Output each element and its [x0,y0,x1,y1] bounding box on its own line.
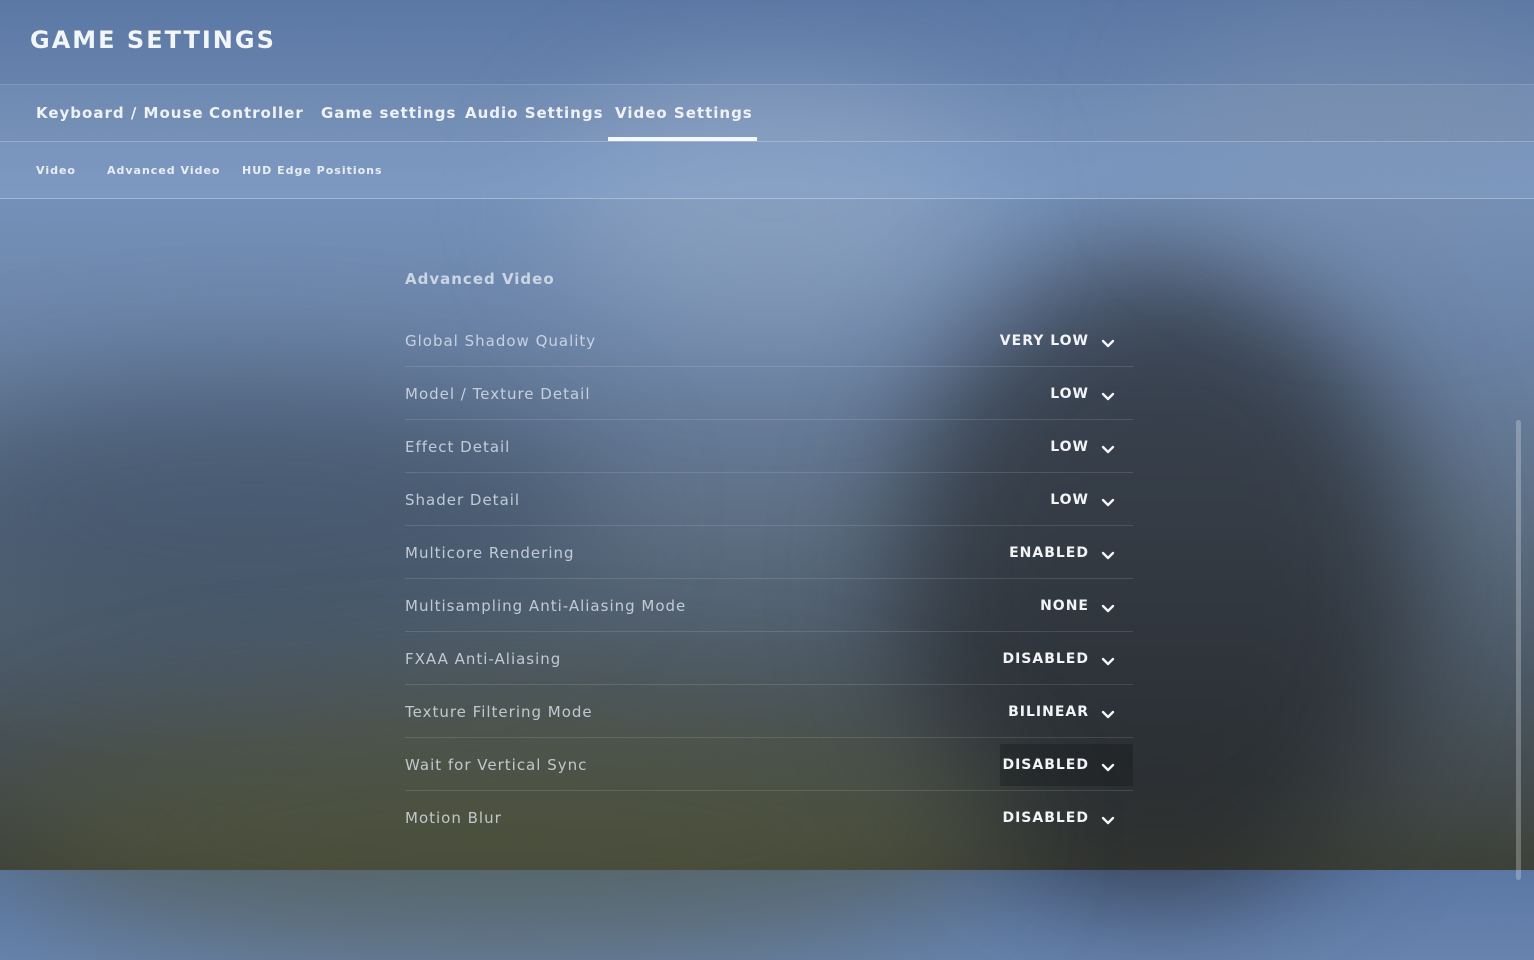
setting-dropdown[interactable]: BILINEAR [1000,691,1133,733]
setting-label: Multisampling Anti-Aliasing Mode [405,597,687,615]
subtab-video[interactable]: Video [36,142,76,198]
dropdown-value: VERY LOW [999,333,1089,349]
tab-keyboard-mouse[interactable]: Keyboard / Mouse [36,85,204,141]
dropdown-value: BILINEAR [1008,704,1089,720]
setting-label: Wait for Vertical Sync [405,756,588,774]
chevron-down-icon [1101,599,1115,613]
setting-label: Shader Detail [405,491,521,509]
chevron-down-icon [1101,811,1115,825]
setting-label: Model / Texture Detail [405,385,591,403]
setting-dropdown[interactable]: LOW [1000,479,1133,521]
tab-audio-settings[interactable]: Audio Settings [465,85,604,141]
dropdown-value: LOW [1050,386,1089,402]
subtab-hud-edge-positions[interactable]: HUD Edge Positions [242,142,383,198]
setting-row: Multicore Rendering ENABLED [405,526,1133,579]
setting-dropdown[interactable]: VERY LOW [1000,320,1133,362]
setting-row: Shader Detail LOW [405,473,1133,526]
setting-dropdown[interactable]: DISABLED [1000,797,1133,839]
main-tabs: Keyboard / Mouse Controller Game setting… [0,85,1534,142]
tab-video-settings[interactable]: Video Settings [608,85,757,141]
setting-row: Texture Filtering Mode BILINEAR [405,685,1133,738]
page-title: GAME SETTINGS [30,26,276,54]
setting-row: Multisampling Anti-Aliasing Mode NONE [405,579,1133,632]
setting-label: FXAA Anti-Aliasing [405,650,562,668]
setting-dropdown[interactable]: DISABLED [1000,638,1133,680]
dropdown-value: LOW [1050,492,1089,508]
setting-dropdown[interactable]: ENABLED [1000,532,1133,574]
section-title: Advanced Video [405,270,555,288]
setting-row: FXAA Anti-Aliasing DISABLED [405,632,1133,685]
dropdown-value: DISABLED [1002,810,1089,826]
setting-dropdown[interactable]: DISABLED [1000,744,1133,786]
chevron-down-icon [1101,493,1115,507]
dropdown-value: LOW [1050,439,1089,455]
header: GAME SETTINGS [0,0,1534,85]
setting-row: Global Shadow Quality VERY LOW [405,314,1133,367]
setting-row: Wait for Vertical Sync DISABLED [405,738,1133,791]
setting-row: Motion Blur DISABLED [405,791,1133,843]
dropdown-value: NONE [1040,598,1089,614]
chevron-down-icon [1101,758,1115,772]
tab-controller[interactable]: Controller [209,85,304,141]
chevron-down-icon [1101,705,1115,719]
chevron-down-icon [1101,334,1115,348]
setting-label: Effect Detail [405,438,511,456]
chevron-down-icon [1101,387,1115,401]
setting-label: Texture Filtering Mode [405,703,593,721]
sub-tabs: Video Advanced Video HUD Edge Positions [0,142,1534,199]
setting-label: Global Shadow Quality [405,332,597,350]
scrollbar[interactable] [1516,420,1521,880]
dropdown-value: DISABLED [1002,651,1089,667]
tab-game-settings[interactable]: Game settings [321,85,456,141]
setting-label: Motion Blur [405,809,502,827]
chevron-down-icon [1101,440,1115,454]
setting-dropdown[interactable]: LOW [1000,373,1133,415]
dropdown-value: DISABLED [1002,757,1089,773]
setting-dropdown[interactable]: LOW [1000,426,1133,468]
chevron-down-icon [1101,546,1115,560]
setting-row: Effect Detail LOW [405,420,1133,473]
setting-dropdown[interactable]: NONE [1000,585,1133,627]
setting-label: Multicore Rendering [405,544,575,562]
settings-list: Global Shadow Quality VERY LOW Model / Tex… [405,314,1133,843]
chevron-down-icon [1101,652,1115,666]
setting-row: Model / Texture Detail LOW [405,367,1133,420]
subtab-advanced-video[interactable]: Advanced Video [107,142,220,198]
dropdown-value: ENABLED [1009,545,1089,561]
